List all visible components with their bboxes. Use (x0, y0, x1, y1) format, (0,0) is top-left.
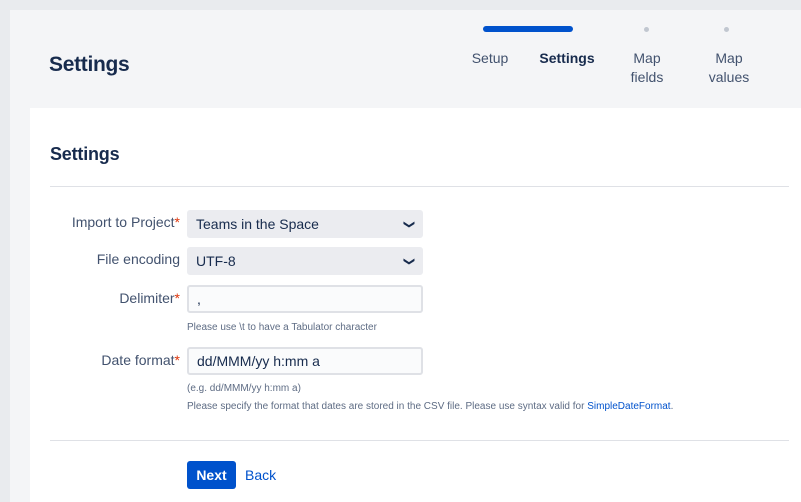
required-marker: * (174, 352, 180, 368)
delimiter-value: , (197, 291, 201, 307)
date-format-help: Please specify the format that dates are… (187, 401, 674, 412)
step-dot-map-values (724, 27, 729, 32)
date-format-value: dd/MMM/yy h:mm a (197, 353, 320, 369)
page-title: Settings (49, 53, 130, 76)
page: Settings Setup Settings Map fields Map v… (10, 10, 801, 502)
step-setup[interactable]: Setup (468, 49, 512, 68)
panel-title: Settings (50, 144, 120, 164)
date-format-example: (e.g. dd/MMM/yy h:mm a) (187, 383, 301, 394)
project-select-value: Teams in the Space (196, 216, 319, 232)
back-button[interactable]: Back (245, 461, 276, 489)
date-format-input[interactable]: dd/MMM/yy h:mm a (187, 347, 423, 375)
next-button[interactable]: Next (187, 461, 236, 489)
project-select[interactable]: Teams in the Space ❯ (187, 210, 423, 238)
divider (50, 440, 789, 441)
step-settings[interactable]: Settings (537, 49, 597, 68)
required-marker: * (174, 290, 180, 306)
step-dot-map-fields (644, 27, 649, 32)
date-format-label: Date format* (101, 352, 180, 368)
step-map-values[interactable]: Map values (705, 49, 753, 87)
chevron-down-icon: ❯ (402, 256, 415, 266)
required-marker: * (174, 214, 180, 230)
settings-panel: Settings Import to Project* Teams in the… (30, 108, 801, 502)
project-label: Import to Project* (71, 214, 180, 230)
encoding-label: File encoding (96, 251, 180, 267)
chevron-down-icon: ❯ (402, 219, 415, 229)
encoding-select[interactable]: UTF-8 ❯ (187, 247, 423, 275)
delimiter-help: Please use \t to have a Tabulator charac… (187, 322, 377, 333)
divider (50, 186, 789, 187)
delimiter-input[interactable]: , (187, 285, 423, 313)
simpledateformat-link[interactable]: SimpleDateFormat (587, 401, 670, 412)
progress-bar (483, 26, 573, 32)
delimiter-label: Delimiter* (119, 290, 180, 306)
step-map-fields[interactable]: Map fields (623, 49, 671, 87)
encoding-select-value: UTF-8 (196, 253, 236, 269)
